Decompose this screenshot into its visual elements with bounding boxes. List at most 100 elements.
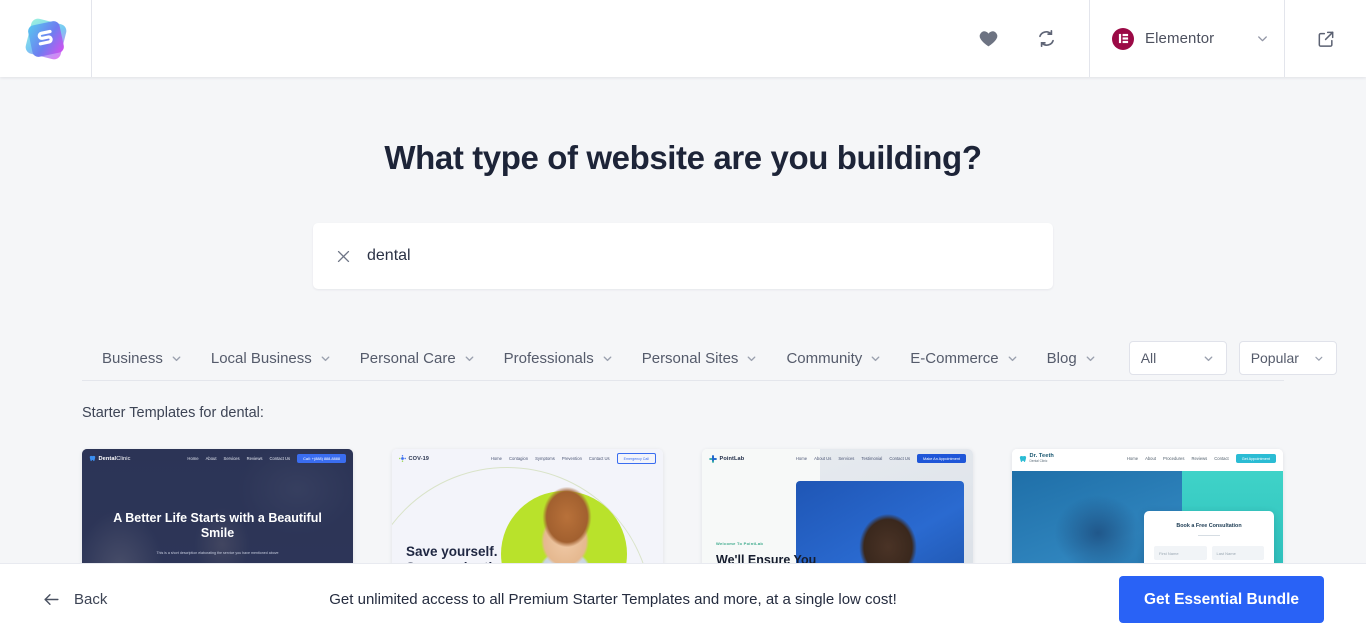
filter-label: Local Business <box>210 349 312 367</box>
open-external-button[interactable] <box>1285 0 1366 77</box>
sync-button[interactable] <box>1029 22 1063 56</box>
mini-nav-link: About <box>205 456 217 461</box>
filter-blog[interactable]: Blog <box>1033 350 1111 367</box>
mini-nav-link: Home <box>187 456 199 461</box>
get-essential-bundle-button[interactable]: Get Essential Bundle <box>1118 576 1324 623</box>
mini-nav-link: Home <box>490 456 502 461</box>
chevron-down-icon <box>1086 355 1095 361</box>
chevron-down-icon <box>603 355 612 361</box>
mini-nav-link: Procedures <box>1163 456 1185 461</box>
mini-form-title: Book a Free Consultation <box>1176 523 1242 529</box>
mini-site-nav: COV-19 Home Contagion Symptoms Preventio… <box>392 449 663 468</box>
mini-form-divider <box>1198 535 1220 536</box>
mini-nav-link: Reviews <box>246 456 263 461</box>
promo-message: Get unlimited access to all Premium Star… <box>329 591 897 608</box>
filter-professionals[interactable]: Professionals <box>490 350 628 367</box>
mini-nav-links: Home About Procedures Reviews Contact Ge… <box>1127 454 1276 463</box>
mini-nav-button: Call: +(888) 888-8888 <box>297 454 346 463</box>
filter-local-business[interactable]: Local Business <box>197 350 346 367</box>
arrow-left-icon <box>44 594 59 605</box>
tooth-icon <box>1019 455 1027 462</box>
elementor-icon <box>1112 27 1134 50</box>
chevron-down-icon <box>1204 355 1213 361</box>
mini-heading: A Better Life Starts with a Beautiful Sm… <box>113 511 322 540</box>
header-spacer <box>92 0 971 77</box>
filter-business[interactable]: Business <box>82 350 197 367</box>
results-label: Starter Templates for dental: <box>82 405 264 421</box>
header-actions <box>971 0 1089 77</box>
elementor-glyph <box>1118 33 1128 44</box>
app-logo[interactable] <box>0 0 92 77</box>
category-filter-bar: Business Local Business Personal Care Pr… <box>82 336 1337 381</box>
chevron-down-icon <box>465 355 474 361</box>
mini-nav-link: Contagion <box>509 456 529 461</box>
mini-hero: A Better Life Starts with a Beautiful Sm… <box>82 511 353 563</box>
select-sort-value: Popular <box>1250 350 1299 366</box>
back-button[interactable]: Back <box>42 590 107 609</box>
mini-nav-links: Home Contagion Symptoms Prevention Conta… <box>491 453 656 464</box>
external-link-icon <box>1318 31 1333 47</box>
mini-hero: Save yourself. Save each other. Mauris p… <box>406 544 513 563</box>
chevron-down-icon <box>1258 36 1267 42</box>
account-name: Elementor <box>1145 30 1215 47</box>
mini-nav-button: Emergency Call <box>616 453 656 464</box>
mini-nav-link: Symptoms <box>535 456 555 461</box>
page-title: What type of website are you building? <box>384 139 982 176</box>
template-thumbnail: COV-19 Home Contagion Symptoms Preventio… <box>392 449 663 563</box>
mini-logo-text: PointLab <box>719 455 745 462</box>
template-card-dental-clinic[interactable]: DentalClinic Home About Services Reviews… <box>82 449 353 563</box>
chevron-down-icon <box>871 355 880 361</box>
mini-form-field: Last Name <box>1211 546 1264 560</box>
back-label: Back <box>74 591 108 608</box>
template-card-pointlab[interactable]: PointLab Home About Us Services Testimon… <box>702 449 973 563</box>
filter-community[interactable]: Community <box>772 350 896 367</box>
mini-nav-link: Contact <box>1214 456 1229 461</box>
filter-label: Professionals <box>503 349 594 367</box>
mini-nav-link: About <box>1145 456 1157 461</box>
search-input[interactable] <box>367 247 1031 265</box>
mini-nav-button: Make An Appointment <box>917 454 966 463</box>
tooth-icon <box>89 455 96 462</box>
mini-logo-text: DentalClinic <box>98 455 131 462</box>
chevron-down-icon <box>321 355 330 361</box>
filter-label: E-Commerce <box>910 349 999 367</box>
search-box[interactable] <box>313 223 1053 289</box>
template-card-dr-teeth[interactable]: Dr. Teeth Dental Clinic Home About Proce… <box>1012 449 1283 563</box>
mini-nav-link: Contact Us <box>269 456 291 461</box>
mini-form-row: First Name Last Name <box>1154 546 1264 560</box>
app-header: Elementor <box>0 0 1366 77</box>
mini-heading-line1: Save yourself. <box>406 544 498 559</box>
mini-site-nav: PointLab Home About Us Services Testimon… <box>702 449 973 468</box>
mini-nav-button: Get Appointment <box>1235 454 1276 463</box>
app-footer: Back Get unlimited access to all Premium… <box>0 563 1366 635</box>
mini-site-logo: Dr. Teeth Dental Clinic <box>1019 453 1054 463</box>
mini-nav-link: Services <box>223 456 240 461</box>
mini-nav-link: Services <box>838 456 855 461</box>
starter-templates-logo-icon <box>25 18 66 59</box>
mini-nav-link: Contact Us <box>889 456 911 461</box>
filter-label: Personal Care <box>359 349 456 367</box>
select-type[interactable]: All <box>1128 341 1227 375</box>
select-type-value: All <box>1140 350 1157 366</box>
filter-personal-sites[interactable]: Personal Sites <box>628 350 773 367</box>
virus-icon <box>399 455 406 462</box>
filter-personal-care[interactable]: Personal Care <box>346 350 490 367</box>
filter-label: Business <box>102 349 163 367</box>
filter-e-commerce[interactable]: E-Commerce <box>896 350 1032 367</box>
refresh-icon <box>1038 29 1054 48</box>
close-icon <box>337 250 350 262</box>
mini-site-logo: PointLab <box>709 454 745 463</box>
mini-site-logo: COV-19 <box>399 455 429 462</box>
mini-eyebrow: Welcome To PointLab <box>716 541 764 546</box>
favorites-button[interactable] <box>971 22 1005 56</box>
template-card-cov-19[interactable]: COV-19 Home Contagion Symptoms Preventio… <box>392 449 663 563</box>
mini-nav-links: Home About Services Reviews Contact Us C… <box>187 454 346 463</box>
mini-consultation-form: Book a Free Consultation First Name Last… <box>1144 511 1274 563</box>
clear-search-button[interactable] <box>335 248 352 265</box>
select-sort[interactable]: Popular <box>1238 341 1337 375</box>
filter-label: Community <box>786 349 863 367</box>
mini-nav-link: Home <box>1126 456 1139 461</box>
account-switcher[interactable]: Elementor <box>1089 0 1285 77</box>
mini-form-field: First Name <box>1154 546 1207 560</box>
chevron-down-icon <box>748 355 756 361</box>
